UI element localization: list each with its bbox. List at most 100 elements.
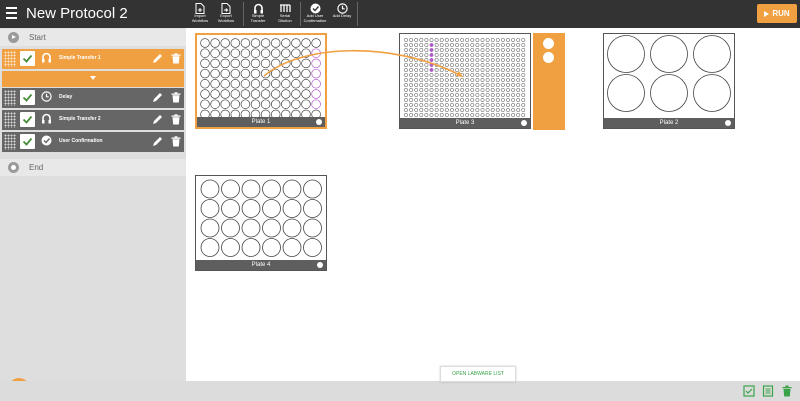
well[interactable] [200, 218, 220, 238]
well[interactable] [250, 38, 261, 48]
well[interactable] [455, 103, 459, 107]
well[interactable] [460, 58, 465, 62]
well[interactable] [444, 88, 449, 92]
well[interactable] [506, 58, 510, 62]
well[interactable] [311, 89, 321, 99]
well[interactable] [607, 74, 645, 112]
well[interactable] [419, 68, 424, 72]
well[interactable] [500, 98, 505, 102]
well[interactable] [220, 68, 230, 79]
well[interactable] [230, 38, 241, 48]
well[interactable] [475, 98, 480, 102]
well[interactable] [250, 79, 261, 89]
document-icon[interactable] [762, 385, 774, 397]
info-icon[interactable] [316, 119, 322, 125]
edit-pencil-icon[interactable] [152, 53, 163, 64]
delete-trash-icon[interactable] [171, 92, 181, 103]
well[interactable] [460, 53, 465, 57]
well[interactable] [250, 58, 261, 69]
well[interactable] [506, 48, 510, 52]
well[interactable] [516, 98, 521, 102]
well[interactable] [424, 68, 429, 72]
well[interactable] [495, 58, 500, 62]
well[interactable] [303, 199, 322, 218]
well[interactable] [311, 79, 321, 89]
well[interactable] [282, 218, 302, 238]
well[interactable] [444, 43, 449, 47]
well[interactable] [281, 38, 291, 48]
well[interactable] [419, 53, 424, 57]
well[interactable] [230, 68, 241, 79]
well[interactable] [439, 108, 444, 112]
well[interactable] [270, 58, 281, 69]
well[interactable] [439, 83, 444, 87]
well[interactable] [230, 58, 241, 69]
well[interactable] [449, 43, 454, 47]
well[interactable] [262, 238, 281, 257]
well[interactable] [444, 98, 449, 102]
well[interactable] [241, 218, 261, 238]
well[interactable] [439, 63, 444, 67]
well[interactable] [490, 38, 495, 42]
well[interactable] [439, 88, 444, 92]
well[interactable] [480, 108, 485, 112]
well[interactable] [455, 93, 459, 97]
well[interactable] [506, 83, 510, 87]
well[interactable] [495, 88, 500, 92]
well[interactable] [434, 38, 439, 42]
well[interactable] [475, 58, 480, 62]
well[interactable] [500, 63, 505, 67]
step-simple-transfer-2[interactable]: Simple Transfer 2 [2, 110, 184, 130]
well[interactable] [291, 79, 301, 89]
well[interactable] [439, 53, 444, 57]
well[interactable] [480, 43, 485, 47]
well[interactable] [470, 48, 475, 52]
well[interactable] [240, 99, 251, 109]
well[interactable] [250, 89, 261, 99]
well[interactable] [270, 38, 281, 48]
well[interactable] [291, 68, 301, 79]
well[interactable] [480, 38, 485, 42]
well[interactable] [282, 238, 302, 257]
well[interactable] [455, 43, 459, 47]
well[interactable] [455, 98, 459, 102]
well[interactable] [470, 63, 475, 67]
well[interactable] [511, 98, 516, 102]
well[interactable] [200, 79, 210, 89]
well[interactable] [434, 68, 439, 72]
well[interactable] [281, 68, 291, 79]
well[interactable] [301, 38, 311, 48]
well[interactable] [511, 38, 516, 42]
well[interactable] [485, 88, 490, 92]
well[interactable] [419, 98, 424, 102]
well[interactable] [490, 73, 495, 77]
well[interactable] [449, 93, 454, 97]
well[interactable] [455, 53, 459, 57]
well[interactable] [495, 108, 500, 112]
delete-trash-icon[interactable] [171, 136, 181, 147]
well[interactable] [414, 88, 419, 92]
well[interactable] [506, 113, 510, 117]
well[interactable] [220, 109, 230, 117]
well[interactable] [511, 78, 516, 82]
well[interactable] [200, 238, 220, 257]
well[interactable] [511, 48, 516, 52]
well[interactable] [200, 179, 220, 199]
simple-transfer-button[interactable]: Simple Transfer [248, 2, 268, 26]
well[interactable] [460, 103, 465, 107]
well[interactable] [511, 73, 516, 77]
well[interactable] [495, 38, 500, 42]
well[interactable] [465, 48, 470, 52]
well[interactable] [470, 58, 475, 62]
well[interactable] [470, 38, 475, 42]
well[interactable] [485, 38, 490, 42]
well[interactable] [475, 113, 480, 117]
well[interactable] [500, 88, 505, 92]
well[interactable] [429, 58, 434, 62]
well[interactable] [465, 93, 470, 97]
well[interactable] [490, 103, 495, 107]
well[interactable] [465, 108, 470, 112]
well[interactable] [516, 103, 521, 107]
well[interactable] [465, 78, 470, 82]
well[interactable] [429, 68, 434, 72]
